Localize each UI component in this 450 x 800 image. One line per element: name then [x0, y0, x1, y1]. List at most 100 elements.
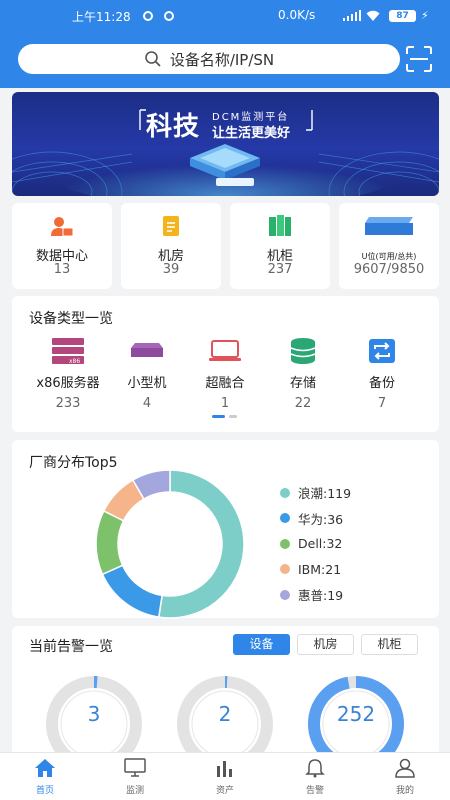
hyperconverged-icon: [209, 340, 241, 361]
nav-profile[interactable]: 我的: [375, 758, 435, 796]
legend-item: IBM:21: [280, 557, 351, 583]
device-type-label: 备份: [368, 376, 395, 391]
u-position-icon: [365, 217, 413, 235]
device-type-value: 22: [294, 396, 312, 411]
alarm-gauge-room: 2: [175, 674, 275, 756]
device-type-label: x86服务器: [36, 376, 100, 391]
device-type-x86[interactable]: x86 x86服务器 233: [28, 338, 108, 411]
device-type-minicomputer[interactable]: 小型机 4: [107, 338, 187, 411]
device-type-hyperconverged[interactable]: 超融合 1: [185, 338, 265, 411]
section-title: 设备类型一览: [29, 311, 113, 327]
promo-banner[interactable]: 科技 DCM监测平台 让生活更美好: [12, 92, 439, 196]
gauge-value: 2: [218, 702, 232, 726]
notification-icon: [164, 11, 174, 21]
pie-slice-华为[interactable]: [101, 564, 163, 618]
device-type-value: 1: [220, 396, 230, 411]
nav-label: 资产: [215, 786, 234, 796]
home-icon: [35, 759, 55, 777]
chart-legend: 浪潮:119 华为:36 Dell:32 IBM:21 惠普:19: [280, 480, 351, 608]
nav-alarm[interactable]: 告警: [285, 758, 345, 796]
banner-headline: 科技: [146, 112, 201, 142]
nav-assets[interactable]: 资产: [195, 758, 255, 796]
legend-label: IBM:21: [298, 561, 342, 577]
legend-item: 惠普:19: [280, 582, 351, 608]
vendor-donut-chart: [95, 469, 245, 619]
device-type-value: 7: [377, 396, 387, 411]
status-time: 上午11:28: [72, 10, 131, 24]
status-bar: 上午11:28 0.0K/s 87 ⚡: [0, 0, 450, 30]
device-type-label: 超融合: [205, 376, 245, 391]
network-speed: 0.0K/s: [278, 8, 316, 22]
stat-room[interactable]: 机房 39: [121, 203, 221, 289]
pager-dot: [229, 415, 237, 418]
cabinet-icon: [269, 215, 291, 236]
datacenter-icon: [51, 217, 74, 237]
stat-value: 13: [53, 262, 71, 277]
stat-datacenter[interactable]: 数据中心 13: [12, 203, 112, 289]
nav-label: 监测: [125, 786, 144, 796]
legend-item: 浪潮:119: [280, 480, 351, 506]
user-icon: [395, 758, 415, 778]
alarm-gauge-device: 3: [44, 674, 144, 756]
notification-icon: [143, 11, 153, 21]
vendor-card: 厂商分布Top5 浪潮:119 华为:36 Dell:32 IBM:21 惠普:…: [12, 440, 439, 619]
banner-platform: DCM监测平台: [212, 112, 290, 123]
device-type-value: 233: [55, 396, 81, 411]
bottom-nav: 首页 监测 资产 告警 我的: [0, 752, 450, 800]
tab-cabinet[interactable]: 机柜: [361, 634, 418, 655]
legend-label: 惠普:19: [298, 588, 344, 604]
legend-label: 华为:36: [298, 511, 344, 527]
pie-slice-浪潮[interactable]: [157, 469, 245, 619]
monitor-icon: [124, 758, 146, 777]
search-placeholder: 设备名称/IP/SN: [169, 50, 275, 69]
search-input[interactable]: 设备名称/IP/SN: [18, 44, 400, 74]
stat-u-position[interactable]: U位(可用/总共) 9607/9850: [339, 203, 439, 289]
pie-slice-Dell[interactable]: [95, 509, 125, 576]
backup-icon: [369, 339, 395, 363]
pager-dot-active: [212, 415, 225, 418]
minicomputer-icon: [131, 343, 163, 357]
signal-icon: [343, 10, 361, 21]
device-type-storage[interactable]: 存储 22: [263, 338, 343, 411]
legend-label: Dell:32: [298, 536, 343, 552]
legend-item: 华为:36: [280, 506, 351, 532]
nav-home[interactable]: 首页: [15, 758, 75, 796]
stat-cabinet[interactable]: 机柜 237: [230, 203, 330, 289]
alarm-card: 当前告警一览 设备 机房 机柜 3 2 252: [12, 626, 439, 756]
tab-room[interactable]: 机房: [297, 634, 354, 655]
stat-value: 39: [162, 262, 180, 277]
svg-text:x86: x86: [69, 358, 80, 364]
scan-icon[interactable]: [405, 45, 433, 73]
nav-label: 我的: [395, 786, 414, 796]
section-title: 当前告警一览: [29, 639, 113, 655]
wifi-icon: [366, 10, 380, 21]
legend-label: 浪潮:119: [298, 486, 352, 502]
gauge-value: 252: [336, 702, 376, 726]
x86-server-icon: x86: [52, 338, 84, 364]
header: 设备名称/IP/SN: [0, 30, 450, 88]
nav-monitor[interactable]: 监测: [105, 758, 165, 796]
stat-label: U位(可用/总共): [361, 252, 417, 261]
gauge-value: 3: [87, 702, 101, 726]
assets-icon: [217, 761, 232, 777]
room-icon: [163, 216, 179, 236]
alarm-tabs: 设备 机房 机柜: [233, 634, 418, 655]
device-types-card: 设备类型一览 x86 x86服务器 233 小型机 4 超融合 1 存储 22: [12, 296, 439, 432]
alarm-gauge-cabinet: 252: [306, 674, 406, 756]
device-type-label: 存储: [289, 376, 316, 391]
stat-value: 9607/9850: [353, 262, 425, 277]
charging-icon: ⚡: [421, 9, 429, 22]
nav-label: 首页: [35, 786, 54, 796]
nav-label: 告警: [305, 786, 324, 796]
search-icon: [145, 51, 161, 67]
carousel-pager[interactable]: [212, 415, 237, 418]
banner-slogan: 让生活更美好: [212, 126, 291, 141]
tab-device[interactable]: 设备: [233, 634, 290, 655]
battery-icon: 87: [389, 10, 416, 22]
device-type-backup[interactable]: 备份 7: [342, 338, 422, 411]
storage-icon: [290, 338, 316, 364]
device-type-label: 小型机: [127, 376, 167, 391]
bell-icon: [305, 759, 325, 778]
stat-value: 237: [267, 262, 293, 277]
legend-item: Dell:32: [280, 531, 351, 557]
